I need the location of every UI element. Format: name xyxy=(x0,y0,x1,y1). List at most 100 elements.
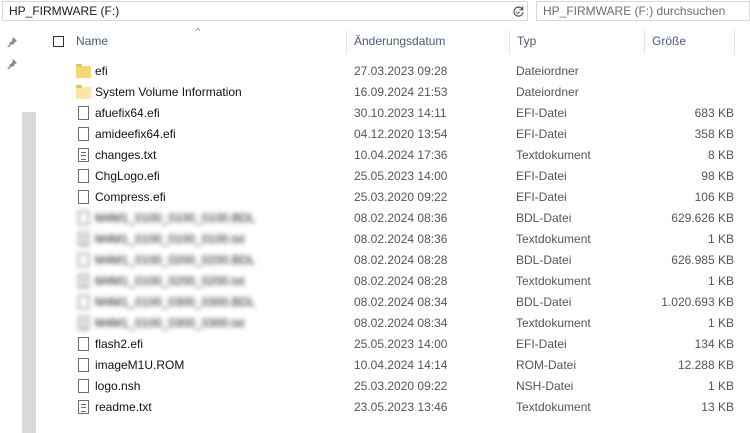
column-divider[interactable] xyxy=(509,30,510,54)
file-size: 1 KB xyxy=(707,316,734,330)
text-file-icon xyxy=(78,232,89,246)
file-type: EFI-Datei xyxy=(516,337,567,351)
file-date: 30.10.2023 14:11 xyxy=(354,106,447,120)
file-row[interactable]: M4M1_0100_0200_0200.BDL 08.02.2024 08:28 B… xyxy=(36,250,750,271)
file-name: afuefix64.efi xyxy=(95,106,160,120)
file-type: BDL-Datei xyxy=(516,253,572,267)
column-divider[interactable] xyxy=(734,30,735,54)
file-name: amideefix64.efi xyxy=(95,127,176,141)
file-type: EFI-Datei xyxy=(516,190,567,204)
file-type: Textdokument xyxy=(516,400,591,414)
file-row[interactable]: logo.nsh 25.03.2020 09:22 NSH-Datei 1 KB xyxy=(36,376,750,397)
file-icon xyxy=(78,358,89,372)
file-type: EFI-Datei xyxy=(516,169,567,183)
file-date: 25.05.2023 14:00 xyxy=(354,337,448,351)
file-type: Dateiordner xyxy=(516,85,579,99)
file-size: 13 KB xyxy=(701,400,734,414)
file-date: 08.02.2024 08:28 xyxy=(354,274,448,288)
file-date: 08.02.2024 08:34 xyxy=(354,295,448,309)
file-row[interactable]: afuefix64.efi 30.10.2023 14:11 EFI-Datei 68… xyxy=(36,103,750,124)
address-path[interactable]: HP_FIRMWARE (F:) xyxy=(3,4,509,18)
file-row[interactable]: M4M1_0100_0200_0200.txt 08.02.2024 08:28 T… xyxy=(36,271,750,292)
file-name: System Volume Information xyxy=(95,85,242,99)
file-row[interactable]: System Volume Information 16.09.2024 21:5… xyxy=(36,82,750,103)
text-file-icon xyxy=(78,400,89,414)
file-name: flash2.efi xyxy=(95,337,144,351)
navigation-scrollbar[interactable] xyxy=(22,112,36,433)
file-name: readme.txt xyxy=(95,400,152,414)
file-list: efi 27.03.2023 09:28 Dateiordner System Vo… xyxy=(36,61,750,418)
column-date[interactable]: Änderungsdatum xyxy=(354,34,445,48)
file-row[interactable]: changes.txt 10.04.2024 17:36 Textdokument 8… xyxy=(36,145,750,166)
file-name-redacted: M4M1_0100_0200_0200.txt xyxy=(95,274,245,288)
file-row[interactable]: M4M1_0100_0300_0300.txt 08.02.2024 08:34 T… xyxy=(36,313,750,334)
file-row[interactable]: amideefix64.efi 04.12.2020 13:54 EFI-Datei… xyxy=(36,124,750,145)
file-date: 10.04.2024 17:36 xyxy=(354,148,448,162)
file-name: imageM1U.ROM xyxy=(95,358,185,372)
column-size[interactable]: Größe xyxy=(652,34,686,48)
file-icon xyxy=(78,211,89,225)
column-divider[interactable] xyxy=(644,30,645,54)
file-size: 358 KB xyxy=(694,127,734,141)
file-type: Textdokument xyxy=(516,148,591,162)
file-icon xyxy=(78,106,89,120)
file-name: Compress.efi xyxy=(95,190,166,204)
file-size: 1.020.693 KB xyxy=(661,295,734,309)
column-divider[interactable] xyxy=(346,30,347,54)
file-date: 08.02.2024 08:28 xyxy=(354,253,448,267)
file-row[interactable]: M4M1_0100_0300_0300.BDL 08.02.2024 08:34 B… xyxy=(36,292,750,313)
file-icon xyxy=(78,337,89,351)
folder-icon xyxy=(76,85,91,99)
file-type: BDL-Datei xyxy=(516,295,572,309)
file-row[interactable]: M4M1_0100_0100_0100.txt 08.02.2024 08:36 T… xyxy=(36,229,750,250)
file-row[interactable]: ChgLogo.efi 25.05.2023 14:00 EFI-Datei 98 K… xyxy=(36,166,750,187)
select-all-checkbox[interactable] xyxy=(53,36,64,47)
pin-icon[interactable] xyxy=(6,58,18,70)
file-type: ROM-Datei xyxy=(516,358,577,372)
file-row[interactable]: flash2.efi 25.05.2023 14:00 EFI-Datei 134 K… xyxy=(36,334,750,355)
file-name-redacted: M4M1_0100_0100_0100.BDL xyxy=(95,211,256,225)
file-icon xyxy=(78,295,89,309)
file-size: 683 KB xyxy=(694,106,734,120)
file-icon xyxy=(78,169,89,183)
refresh-icon[interactable] xyxy=(509,2,527,20)
file-size: 1 KB xyxy=(707,379,734,393)
file-icon xyxy=(78,253,89,267)
file-size: 629.626 KB xyxy=(671,211,734,225)
file-name: changes.txt xyxy=(95,148,157,162)
file-date: 25.05.2023 14:00 xyxy=(354,169,448,183)
file-type: EFI-Datei xyxy=(516,127,567,141)
file-size: 98 KB xyxy=(701,169,734,183)
file-row[interactable]: imageM1U.ROM 10.04.2024 14:14 ROM-Datei 12.… xyxy=(36,355,750,376)
text-file-icon xyxy=(78,274,89,288)
search-input[interactable] xyxy=(537,3,749,19)
file-row[interactable]: M4M1_0100_0100_0100.BDL 08.02.2024 08:36 B… xyxy=(36,208,750,229)
file-size: 8 KB xyxy=(707,148,734,162)
file-row[interactable]: readme.txt 23.05.2023 13:46 Textdokument 13… xyxy=(36,397,750,418)
file-row[interactable]: Compress.efi 25.03.2020 09:22 EFI-Datei 106… xyxy=(36,187,750,208)
file-date: 08.02.2024 08:36 xyxy=(354,211,448,225)
file-name: efi xyxy=(95,64,108,78)
file-name-redacted: M4M1_0100_0300_0300.BDL xyxy=(95,295,256,309)
file-size: 626.985 KB xyxy=(671,253,734,267)
file-icon xyxy=(78,190,89,204)
search-box[interactable] xyxy=(536,1,750,21)
file-type: NSH-Datei xyxy=(516,379,574,393)
file-name-redacted: M4M1_0100_0100_0100.txt xyxy=(95,232,245,246)
file-size: 12.288 KB xyxy=(677,358,734,372)
file-name-redacted: M4M1_0100_0200_0200.BDL xyxy=(95,253,256,267)
file-name-redacted: M4M1_0100_0300_0300.txt xyxy=(95,316,245,330)
pin-icon[interactable] xyxy=(6,36,18,48)
column-name[interactable]: Name xyxy=(76,34,108,48)
address-bar[interactable]: HP_FIRMWARE (F:) ⌄ xyxy=(2,1,528,21)
column-type[interactable]: Typ xyxy=(517,34,536,48)
file-type: EFI-Datei xyxy=(516,106,567,120)
file-type: Dateiordner xyxy=(516,64,579,78)
file-row[interactable]: efi 27.03.2023 09:28 Dateiordner xyxy=(36,61,750,82)
text-file-icon xyxy=(78,148,89,162)
file-size: 1 KB xyxy=(707,274,734,288)
text-file-icon xyxy=(78,316,89,330)
file-type: BDL-Datei xyxy=(516,211,572,225)
file-date: 04.12.2020 13:54 xyxy=(354,127,448,141)
file-date: 08.02.2024 08:36 xyxy=(354,232,448,246)
